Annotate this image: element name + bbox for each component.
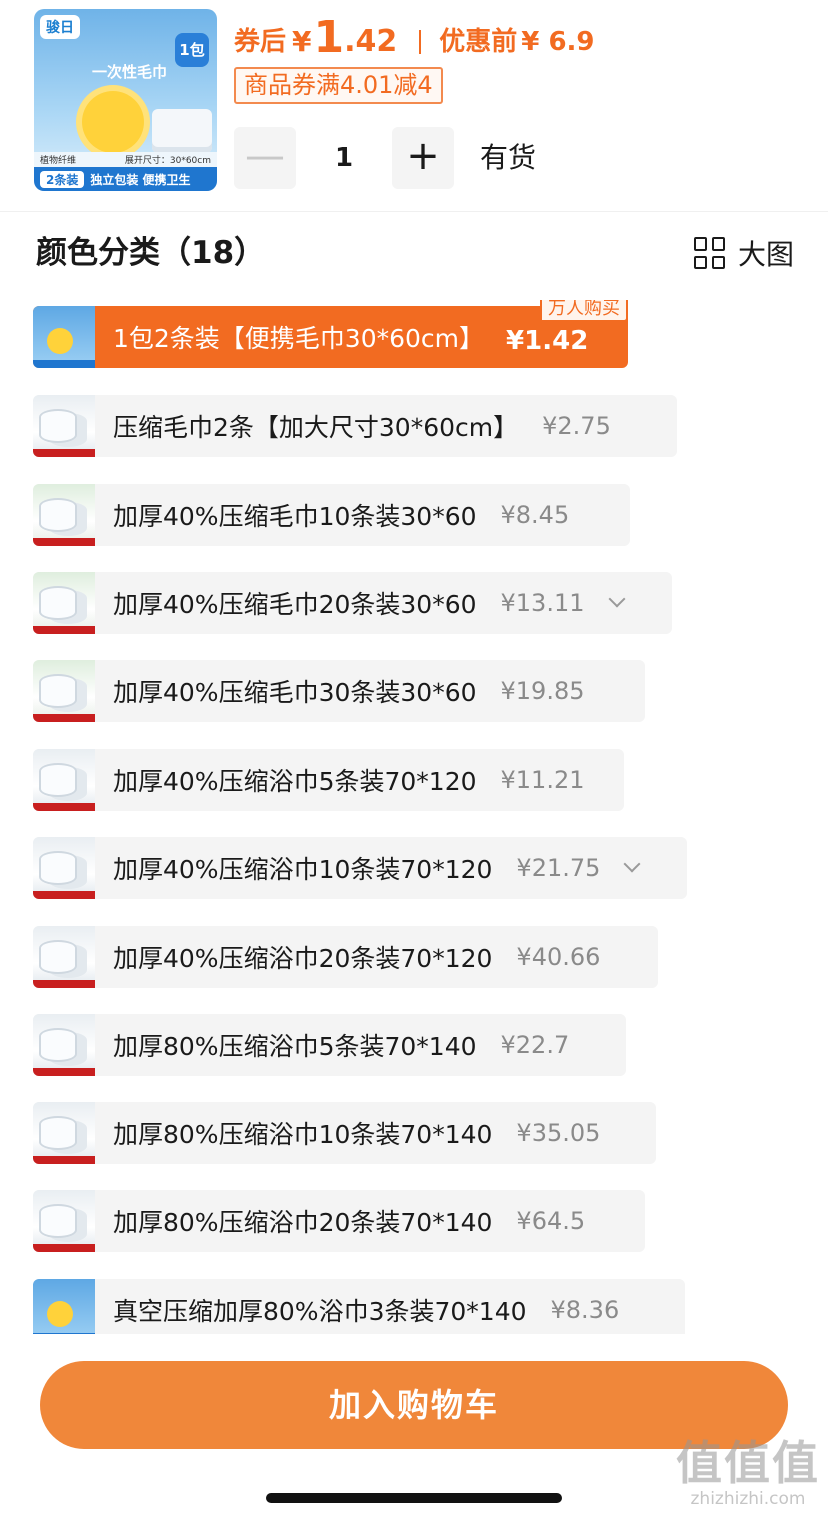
option-price: ¥1.42 <box>506 326 589 356</box>
option-thumbnail <box>33 837 95 899</box>
option-price: ¥8.36 <box>550 1296 620 1324</box>
option-name: 加厚80%压缩浴巾5条装70*140 <box>113 1032 477 1061</box>
option-price: ¥21.75 <box>516 854 601 882</box>
chevron-down-icon[interactable] <box>623 855 641 873</box>
option-price: ¥64.5 <box>516 1207 586 1235</box>
option-thumbnail <box>33 1279 95 1334</box>
currency-symbol: ¥ <box>292 25 312 58</box>
option-price: ¥35.05 <box>516 1119 601 1147</box>
pack-tag: 1包 <box>175 33 209 67</box>
home-indicator[interactable] <box>266 1493 562 1503</box>
section-title: 颜色分类（18） <box>36 235 266 271</box>
big-view-label: 大图 <box>737 238 794 271</box>
option-name: 1包2条装【便携毛巾30*60cm】 <box>113 324 485 353</box>
hot-sale-badge: 万人购买 <box>540 300 628 322</box>
option-price: ¥11.21 <box>500 766 585 794</box>
option-thumbnail <box>33 1190 95 1252</box>
brand-logo: 骏日 <box>40 15 80 39</box>
option-price: ¥22.7 <box>500 1031 570 1059</box>
option-name: 真空压缩加厚80%浴巾3条装70*140 <box>113 1297 527 1326</box>
product-header: 骏日 1包 一次性毛巾 植物纤维 展开尺寸：30*60cm 2条装 独立包装 便… <box>0 0 828 212</box>
option-thumbnail <box>33 926 95 988</box>
spec-size: 展开尺寸：30*60cm <box>124 156 211 166</box>
variant-option[interactable]: 加厚40%压缩毛巾30条装30*60 ¥19.85 <box>33 660 645 722</box>
count-badge: 2条装 <box>40 170 85 188</box>
product-thumbnail[interactable]: 骏日 1包 一次性毛巾 植物纤维 展开尺寸：30*60cm 2条装 独立包装 便… <box>34 9 217 191</box>
variant-option[interactable]: 加厚40%压缩浴巾20条装70*120 ¥40.66 <box>33 926 658 988</box>
original-price: ¥ 6.9 <box>521 27 595 57</box>
option-name: 加厚40%压缩毛巾30条装30*60 <box>113 678 477 707</box>
variant-option[interactable]: 加厚40%压缩毛巾20条装30*60 ¥13.11 <box>33 572 672 634</box>
option-name: 加厚40%压缩浴巾10条装70*120 <box>113 855 493 884</box>
option-name: 加厚80%压缩浴巾20条装70*140 <box>113 1208 493 1237</box>
variant-option[interactable]: 加厚80%压缩浴巾10条装70*140 ¥35.05 <box>33 1102 656 1164</box>
variant-option[interactable]: 加厚40%压缩浴巾10条装70*120 ¥21.75 <box>33 837 687 899</box>
option-thumbnail <box>33 484 95 546</box>
option-thumbnail <box>33 572 95 634</box>
option-price: ¥8.45 <box>500 501 570 529</box>
variant-option[interactable]: 压缩毛巾2条【加大尺寸30*60cm】 ¥2.75 <box>33 395 677 457</box>
variant-option[interactable]: 1包2条装【便携毛巾30*60cm】 ¥1.42 万人购买 <box>33 300 628 368</box>
variant-option[interactable]: 加厚40%压缩毛巾10条装30*60 ¥8.45 <box>33 484 630 546</box>
spec-row: 植物纤维 展开尺寸：30*60cm <box>34 152 217 167</box>
option-price: ¥19.85 <box>500 677 585 705</box>
quantity-minus-button[interactable]: — <box>234 127 296 189</box>
sun-mascot-icon <box>82 91 144 153</box>
chevron-down-icon[interactable] <box>608 590 625 608</box>
variant-option-list: 1包2条装【便携毛巾30*60cm】 ¥1.42 万人购买 压缩毛巾2条【加大尺… <box>33 300 813 1334</box>
price-decimal: .42 <box>344 24 398 59</box>
coupon-badge: 商品券满4.01减4 <box>234 67 443 104</box>
variant-option[interactable]: 加厚80%压缩浴巾5条装70*140 ¥22.7 <box>33 1014 626 1076</box>
price-divider <box>419 30 422 54</box>
variant-option[interactable]: 加厚80%压缩浴巾20条装70*140 ¥64.5 <box>33 1190 645 1252</box>
price-line: 券后 ¥ 1 .42 优惠前 ¥ 6.9 <box>234 8 595 62</box>
quantity-value[interactable]: 1 <box>300 127 388 189</box>
option-price: ¥40.66 <box>516 943 601 971</box>
spec-material: 植物纤维 <box>40 156 77 166</box>
grid-icon <box>693 237 726 269</box>
option-price: ¥13.11 <box>500 589 585 617</box>
bottom-text: 独立包装 便携卫生 <box>90 172 191 187</box>
option-name: 加厚80%压缩浴巾10条装70*140 <box>113 1120 493 1149</box>
option-thumbnail <box>33 749 95 811</box>
original-label: 优惠前 <box>439 27 518 57</box>
option-name: 加厚40%压缩浴巾20条装70*120 <box>113 944 493 973</box>
option-thumbnail <box>33 1014 95 1076</box>
option-thumbnail <box>33 306 95 368</box>
option-thumbnail <box>33 1102 95 1164</box>
option-thumbnail <box>33 660 95 722</box>
watermark: 值值值 zhizhizhi.com <box>676 1438 820 1510</box>
after-coupon-label: 券后 <box>234 27 287 57</box>
option-thumbnail <box>33 395 95 457</box>
variant-option[interactable]: 真空压缩加厚80%浴巾3条装70*140 ¥8.36 <box>33 1279 685 1334</box>
option-name: 加厚40%压缩浴巾5条装70*120 <box>113 767 477 796</box>
option-name: 加厚40%压缩毛巾10条装30*60 <box>113 502 477 531</box>
thumbnail-bottom-bar: 2条装 独立包装 便携卫生 <box>34 167 217 191</box>
watermark-url: zhizhizhi.com <box>690 1489 806 1509</box>
towel-icon <box>152 109 212 153</box>
stock-status: 有货 <box>480 141 537 174</box>
price-integer: 1 <box>313 12 345 63</box>
quantity-plus-button[interactable]: + <box>392 127 454 189</box>
option-name: 加厚40%压缩毛巾20条装30*60 <box>113 590 477 619</box>
package-title: 一次性毛巾 <box>92 63 168 81</box>
variant-option[interactable]: 加厚40%压缩浴巾5条装70*120 ¥11.21 <box>33 749 624 811</box>
option-price: ¥2.75 <box>542 412 611 440</box>
watermark-logo: 值值值 <box>676 1436 820 1490</box>
big-view-button[interactable]: 大图 <box>693 231 794 275</box>
option-name: 压缩毛巾2条【加大尺寸30*60cm】 <box>113 413 519 442</box>
